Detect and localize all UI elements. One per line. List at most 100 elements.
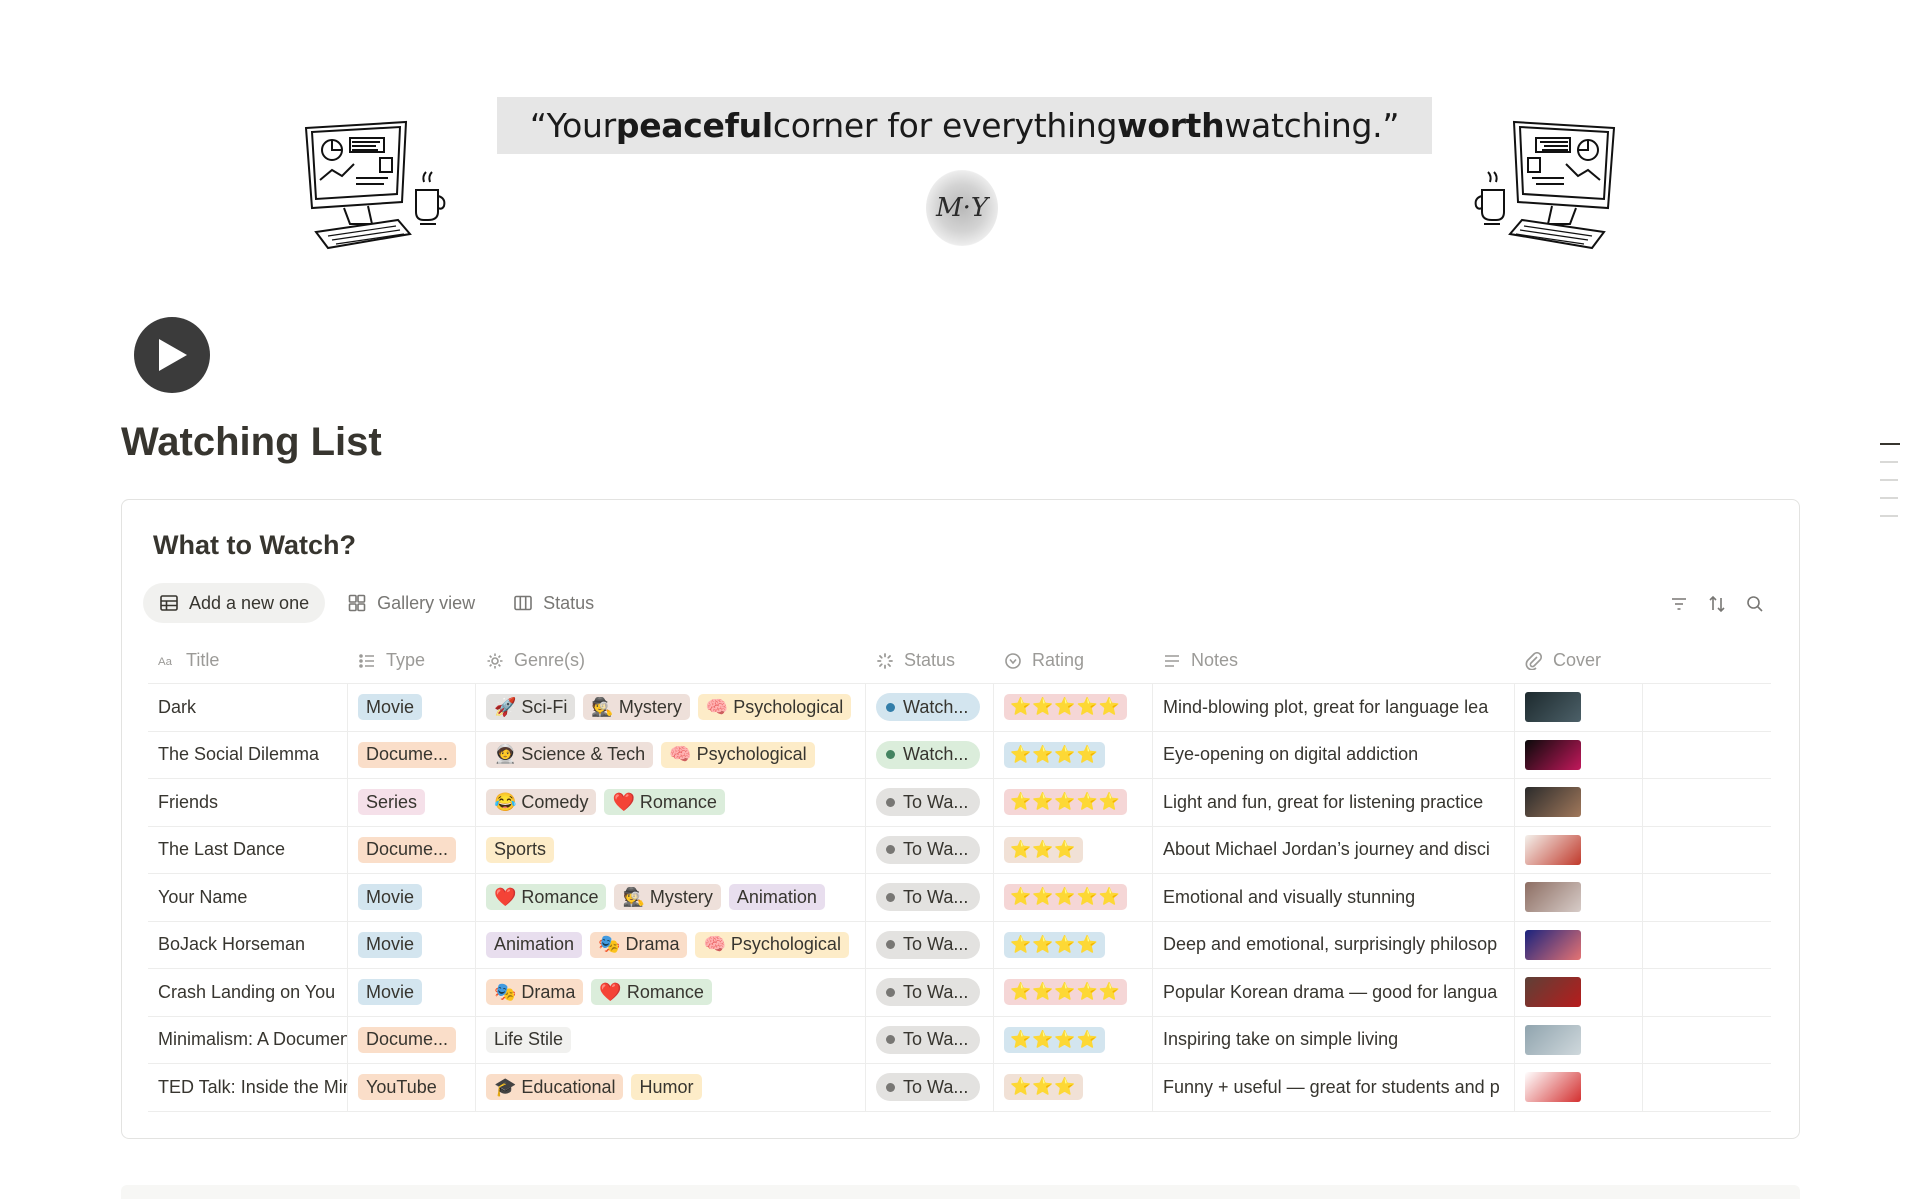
column-header-type[interactable]: Type <box>348 638 476 683</box>
type-cell[interactable]: YouTube <box>348 1064 476 1111</box>
row-title[interactable]: Dark <box>158 697 196 718</box>
toc-dash[interactable] <box>1880 497 1898 499</box>
title-cell[interactable]: TED Talk: Inside the Mind <box>148 1064 348 1111</box>
play-icon[interactable] <box>134 317 210 393</box>
status-cell[interactable]: To Wa... <box>866 921 994 968</box>
rating-cell[interactable]: ⭐⭐⭐ <box>994 826 1153 873</box>
genre-cell[interactable]: ❤️ Romance 🕵️ Mystery Animation <box>476 874 866 921</box>
type-cell[interactable]: Movie <box>348 921 476 968</box>
status-cell[interactable]: To Wa... <box>866 1064 994 1111</box>
toc-dash[interactable] <box>1880 479 1898 481</box>
cover-thumbnail[interactable] <box>1525 787 1581 818</box>
type-cell[interactable]: Series <box>348 779 476 826</box>
toc-dash[interactable] <box>1880 515 1898 517</box>
column-header-genre[interactable]: Genre(s) <box>476 638 866 683</box>
row-title[interactable]: Your Name <box>158 887 247 908</box>
cover-thumbnail[interactable] <box>1525 692 1581 723</box>
table-row[interactable]: TED Talk: Inside the Mind YouTube 🎓 Educat… <box>148 1064 1771 1112</box>
title-cell[interactable]: Dark <box>148 684 348 731</box>
table-row[interactable]: The Social Dilemma Docume... 🧑‍🚀 Science &… <box>148 731 1771 779</box>
rating-cell[interactable]: ⭐⭐⭐ <box>994 1064 1153 1111</box>
column-header-rating[interactable]: Rating <box>994 638 1153 683</box>
rating-cell[interactable]: ⭐⭐⭐⭐⭐ <box>994 874 1153 921</box>
table-row[interactable]: Your Name Movie ❤️ Romance 🕵️ Mystery Animat… <box>148 874 1771 922</box>
notes-cell[interactable]: Mind-blowing plot, great for language le… <box>1153 684 1515 731</box>
status-cell[interactable]: To Wa... <box>866 874 994 921</box>
row-title[interactable]: BoJack Horseman <box>158 934 305 955</box>
notes-cell[interactable]: Inspiring take on simple living <box>1153 1016 1515 1063</box>
genre-cell[interactable]: Life Stile <box>476 1016 866 1063</box>
notes-cell[interactable]: Emotional and visually stunning <box>1153 874 1515 921</box>
row-title[interactable]: The Last Dance <box>158 839 285 860</box>
table-row[interactable]: Dark Movie 🚀 Sci-Fi 🕵️ Mystery 🧠 Psychologic… <box>148 684 1771 732</box>
status-cell[interactable]: To Wa... <box>866 779 994 826</box>
genre-cell[interactable]: 🧑‍🚀 Science & Tech 🧠 Psychological <box>476 731 866 778</box>
row-title[interactable]: The Social Dilemma <box>158 744 319 765</box>
table-row[interactable]: Crash Landing on You Movie 🎭 Drama ❤️ Roman… <box>148 969 1771 1017</box>
cover-cell[interactable] <box>1515 684 1643 731</box>
status-cell[interactable]: To Wa... <box>866 1016 994 1063</box>
rating-cell[interactable]: ⭐⭐⭐⭐ <box>994 731 1153 778</box>
title-cell[interactable]: Crash Landing on You <box>148 969 348 1016</box>
table-row[interactable]: Minimalism: A Documentary Docume... Life S… <box>148 1016 1771 1064</box>
cover-cell[interactable] <box>1515 969 1643 1016</box>
rating-cell[interactable]: ⭐⭐⭐⭐ <box>994 921 1153 968</box>
table-of-contents-indicator[interactable] <box>1880 443 1900 533</box>
title-cell[interactable]: BoJack Horseman <box>148 921 348 968</box>
title-cell[interactable]: Minimalism: A Documentary <box>148 1016 348 1063</box>
row-title[interactable]: Minimalism: A Documentary <box>158 1029 347 1050</box>
tab-gallery-view[interactable]: Gallery view <box>331 583 491 623</box>
table-row[interactable]: The Last Dance Docume... Sports To Wa... ⭐⭐⭐… <box>148 826 1771 874</box>
notes-cell[interactable]: Popular Korean drama — good for langua <box>1153 969 1515 1016</box>
notes-cell[interactable]: Light and fun, great for listening pract… <box>1153 779 1515 826</box>
row-title[interactable]: Crash Landing on You <box>158 982 335 1003</box>
title-cell[interactable]: Friends <box>148 779 348 826</box>
type-cell[interactable]: Docume... <box>348 731 476 778</box>
cover-thumbnail[interactable] <box>1525 882 1581 913</box>
type-cell[interactable]: Docume... <box>348 826 476 873</box>
sort-icon[interactable] <box>1707 594 1727 614</box>
column-header-status[interactable]: Status <box>866 638 994 683</box>
cover-cell[interactable] <box>1515 921 1643 968</box>
table-row[interactable]: BoJack Horseman Movie Animation 🎭 Drama 🧠 Ps… <box>148 921 1771 969</box>
search-icon[interactable] <box>1745 594 1765 614</box>
column-header-notes[interactable]: Notes <box>1153 638 1515 683</box>
row-title[interactable]: Friends <box>158 792 218 813</box>
table-row[interactable]: Friends Series 😂 Comedy ❤️ Romance To Wa... ⭐… <box>148 779 1771 827</box>
page-title[interactable]: Watching List <box>121 420 382 465</box>
rating-cell[interactable]: ⭐⭐⭐⭐⭐ <box>994 969 1153 1016</box>
rating-cell[interactable]: ⭐⭐⭐⭐ <box>994 1016 1153 1063</box>
cover-thumbnail[interactable] <box>1525 1024 1581 1055</box>
cover-cell[interactable] <box>1515 826 1643 873</box>
tab-add-a-new-one[interactable]: Add a new one <box>143 583 326 623</box>
type-cell[interactable]: Movie <box>348 684 476 731</box>
cover-cell[interactable] <box>1515 1016 1643 1063</box>
column-header-cover[interactable]: Cover <box>1515 638 1643 683</box>
status-cell[interactable]: To Wa... <box>866 969 994 1016</box>
cover-cell[interactable] <box>1515 731 1643 778</box>
filter-icon[interactable] <box>1669 594 1689 614</box>
rating-cell[interactable]: ⭐⭐⭐⭐⭐ <box>994 779 1153 826</box>
notes-cell[interactable]: Deep and emotional, surprisingly philoso… <box>1153 921 1515 968</box>
cover-cell[interactable] <box>1515 1064 1643 1111</box>
genre-cell[interactable]: 🎭 Drama ❤️ Romance <box>476 969 866 1016</box>
genre-cell[interactable]: 🚀 Sci-Fi 🕵️ Mystery 🧠 Psychological <box>476 684 866 731</box>
status-cell[interactable]: Watch... <box>866 731 994 778</box>
cover-thumbnail[interactable] <box>1525 929 1581 960</box>
genre-cell[interactable]: 😂 Comedy ❤️ Romance <box>476 779 866 826</box>
database-title[interactable]: What to Watch? <box>153 530 356 561</box>
title-cell[interactable]: The Social Dilemma <box>148 731 348 778</box>
type-cell[interactable]: Docume... <box>348 1016 476 1063</box>
row-title[interactable]: TED Talk: Inside the Mind <box>158 1077 347 1098</box>
notes-cell[interactable]: Funny + useful — great for students and … <box>1153 1064 1515 1111</box>
genre-cell[interactable]: Animation 🎭 Drama 🧠 Psychological <box>476 921 866 968</box>
cover-thumbnail[interactable] <box>1525 1072 1581 1103</box>
cover-cell[interactable] <box>1515 779 1643 826</box>
genre-cell[interactable]: Sports <box>476 826 866 873</box>
cover-cell[interactable] <box>1515 874 1643 921</box>
genre-cell[interactable]: 🎓 Educational Humor <box>476 1064 866 1111</box>
column-header-title[interactable]: Aa Title <box>148 638 348 683</box>
cover-thumbnail[interactable] <box>1525 834 1581 865</box>
type-cell[interactable]: Movie <box>348 969 476 1016</box>
status-cell[interactable]: To Wa... <box>866 826 994 873</box>
